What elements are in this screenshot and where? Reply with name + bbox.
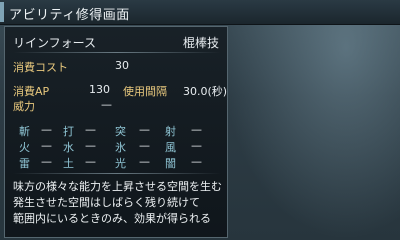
element-water-value: — xyxy=(85,139,96,152)
description-line: 味方の様々な能力を上昇させる空間を生む xyxy=(13,180,222,193)
element-water-label: 水 xyxy=(63,141,74,154)
ability-name: リインフォース xyxy=(13,36,97,50)
element-shoot-value: — xyxy=(191,123,202,136)
power-value: — xyxy=(101,98,112,111)
ability-detail-panel: リインフォース 棍棒技 消費コスト 30 消費AP 130 使用間隔 30.0(… xyxy=(4,26,228,238)
element-fire-label: 火 xyxy=(19,141,30,154)
cost-value: 30 xyxy=(115,59,129,72)
element-slash-value: — xyxy=(41,123,52,136)
cost-label: 消費コスト xyxy=(13,61,68,74)
element-pierce-value: — xyxy=(139,123,150,136)
element-shoot-label: 射 xyxy=(165,125,176,138)
element-wind-value: — xyxy=(191,139,202,152)
element-thunder-label: 雷 xyxy=(19,157,30,170)
interval-label: 使用間隔 xyxy=(123,85,167,98)
element-dark-label: 闇 xyxy=(165,157,176,170)
title-accent-bar xyxy=(0,2,4,22)
divider xyxy=(13,52,221,53)
element-ice-label: 氷 xyxy=(115,141,126,154)
description-line: 発生させた空間はしばらく残り続けて xyxy=(13,196,200,209)
ap-value: 130 xyxy=(89,83,110,96)
element-earth-label: 土 xyxy=(63,157,74,170)
element-wind-label: 風 xyxy=(165,141,176,154)
element-dark-value: — xyxy=(191,155,202,168)
interval-value: 30.0(秒) xyxy=(183,85,228,98)
power-label: 威力 xyxy=(13,100,35,113)
ap-label: 消費AP xyxy=(13,85,50,98)
element-slash-label: 斬 xyxy=(19,125,30,138)
window-title: アビリティ修得画面 xyxy=(9,8,130,23)
element-row: 斬 — 打 — 突 — 射 — xyxy=(19,123,215,139)
element-pierce-label: 突 xyxy=(115,125,126,138)
element-row: 火 — 水 — 氷 — 風 — xyxy=(19,139,215,155)
title-bar: アビリティ修得画面 xyxy=(0,0,400,25)
element-light-value: — xyxy=(139,155,150,168)
description-line: 範囲内にいるときのみ、効果が得られる xyxy=(13,212,211,225)
background-glow xyxy=(220,0,400,240)
element-strike-value: — xyxy=(85,123,96,136)
element-thunder-value: — xyxy=(41,155,52,168)
element-row: 雷 — 土 — 光 — 闇 — xyxy=(19,155,215,171)
ability-description: 味方の様々な能力を上昇させる空間を生む 発生させた空間はしばらく残り続けて 範囲… xyxy=(13,179,225,227)
element-resistance-table: 斬 — 打 — 突 — 射 — 火 — 水 — 氷 — 風 — 雷 — 土 — … xyxy=(19,123,215,171)
element-strike-label: 打 xyxy=(63,125,74,138)
element-light-label: 光 xyxy=(115,157,126,170)
element-ice-value: — xyxy=(139,139,150,152)
divider xyxy=(13,173,221,174)
element-fire-value: — xyxy=(41,139,52,152)
element-earth-value: — xyxy=(85,155,96,168)
ability-type: 棍棒技 xyxy=(182,36,219,50)
